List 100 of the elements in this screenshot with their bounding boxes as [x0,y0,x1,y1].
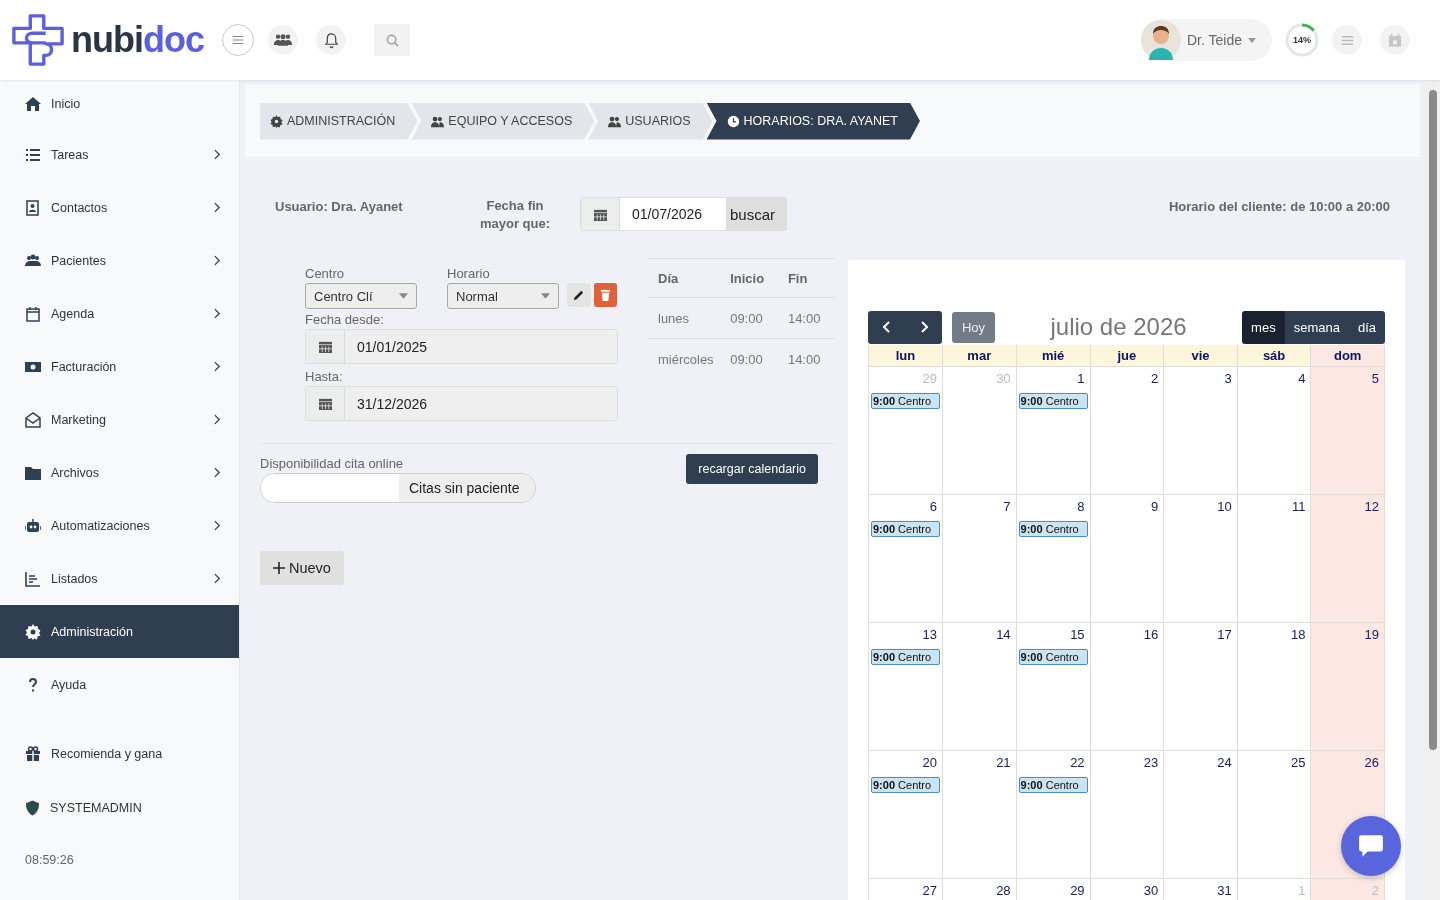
sidebar-link[interactable]: SYSTEMADMIN [0,781,239,835]
centro-select[interactable]: Centro Clí [305,283,417,309]
chart-icon [25,570,41,587]
sidebar-item[interactable]: Administración [0,605,239,658]
sidebar-item[interactable]: Pacientes [0,234,239,287]
table-cell: miércoles [648,338,731,379]
view-tab[interactable]: día [1348,310,1385,344]
date-field[interactable]: 01/01/2025 [305,329,618,364]
plus-icon [273,562,285,574]
search-icon [384,32,400,48]
breadcrumb[interactable]: ADMINISTRACIÓN [260,102,418,140]
event-chip[interactable]: 9:00 Centro [871,649,940,665]
sidebar-item[interactable]: Inicio [0,80,239,128]
day-number: 23 [1143,755,1160,770]
user-menu[interactable]: Dr. Teide [1141,19,1272,61]
day-number: 14 [996,627,1012,642]
robot-icon [25,517,41,534]
new-button[interactable]: Nuevo [260,551,344,585]
today-button[interactable]: Hoy [952,311,995,343]
online-availability-field[interactable]: Citas sin paciente [260,473,536,503]
filter-label: Fecha fin mayor que: [478,197,552,233]
day-number: 22 [1070,755,1086,770]
day-number: 2 [1371,883,1380,898]
day-number: 31 [1217,883,1233,898]
folder-icon [25,464,41,481]
sidebar-item[interactable]: Contactos [0,181,239,234]
table-cell: 09:00 [730,297,778,339]
gear-icon [25,623,41,640]
calendar-icon [593,207,607,221]
column-header: Inicio [730,258,778,298]
delete-button[interactable] [593,283,617,307]
field-label: Fecha desde: [305,312,385,327]
logo-icon [11,13,65,67]
contact-card-icon [25,199,41,216]
reload-calendar-button[interactable]: recargar calendario [686,454,818,484]
event-chip[interactable]: 9:00 Centro [1018,777,1088,793]
day-number: 17 [1217,627,1233,642]
scrollbar[interactable] [1425,80,1440,900]
day-number: 29 [1070,883,1086,898]
sidebar-item[interactable]: Tareas [0,128,239,181]
avatar-icon [1141,20,1181,60]
date-field[interactable]: 31/12/2026 [305,386,618,421]
sidebar-item[interactable]: Archivos [0,446,239,499]
event-chip[interactable]: 9:00 Centro [871,777,940,793]
view-tab[interactable]: mes [1242,310,1285,344]
previous-button[interactable] [868,310,905,344]
day-number: 5 [1371,371,1380,386]
caret-icon [399,293,408,299]
edit-button[interactable] [567,283,591,307]
gear-icon [270,114,283,128]
bell-icon [323,31,339,49]
search-button[interactable]: buscar [727,197,788,231]
team-button[interactable] [268,25,298,55]
day-number: 2 [1150,371,1160,386]
breadcrumb[interactable]: HORARIOS: DRA. AYANET [706,102,920,140]
day-number: 7 [1003,499,1012,514]
field-label: Hasta: [305,369,344,384]
sidebar-link[interactable]: Recomienda y gana [0,727,239,781]
weekday-header: mié [1016,345,1091,367]
home-icon [25,96,41,112]
sidebar-item[interactable]: Automatizaciones [0,499,239,552]
day-number: 25 [1290,755,1307,770]
menu-icon [231,33,245,47]
next-button[interactable] [905,310,942,344]
day-number: 6 [929,499,938,514]
breadcrumb[interactable]: EQUIPO Y ACCESOS [411,102,595,140]
caret-icon [541,293,550,299]
clock-icon [726,114,740,128]
view-tab[interactable]: semana [1284,310,1349,344]
event-chip[interactable]: 9:00 Centro [871,521,940,537]
day-number: 11 [1291,499,1307,514]
people-icon [25,252,41,269]
breadcrumb[interactable]: USUARIOS [588,102,713,140]
chevron-right-icon [919,321,928,333]
day-number: 19 [1364,627,1380,642]
table-cell: 09:00 [730,338,778,379]
calendar-icon [1388,32,1402,48]
schedule-select[interactable]: Normal [447,283,559,309]
day-number: 28 [996,883,1012,898]
event-chip[interactable]: 9:00 Centro [1018,393,1088,409]
day-number: 18 [1290,627,1307,642]
sidebar-item[interactable]: Facturación [0,340,239,393]
event-chip[interactable]: 9:00 Centro [871,393,940,409]
field-label: Disponibilidad cita online [260,456,405,471]
user-label: Usuario: Dra. Ayanet [275,198,404,214]
chat-icon [1358,834,1384,858]
sidebar-item[interactable]: Listados [0,552,239,605]
gift-icon [25,746,41,762]
field-label: Centro [305,266,346,281]
day-number: 1 [1298,883,1307,898]
sidebar-item[interactable]: Agenda [0,287,239,340]
event-chip[interactable]: 9:00 Centro [1018,649,1088,665]
table-cell: lunes [648,297,731,339]
event-chip[interactable]: 9:00 Centro [1018,521,1088,537]
client-hours-label: Horario del cliente: de 10:00 a 20:00 [1168,198,1390,214]
date-filter-field[interactable]: 01/07/2026 [580,197,727,231]
sidebar-item[interactable]: Ayuda [0,658,239,711]
notifications-button[interactable] [316,25,346,55]
day-number: 21 [996,755,1012,770]
sidebar-item[interactable]: Marketing [0,393,239,446]
